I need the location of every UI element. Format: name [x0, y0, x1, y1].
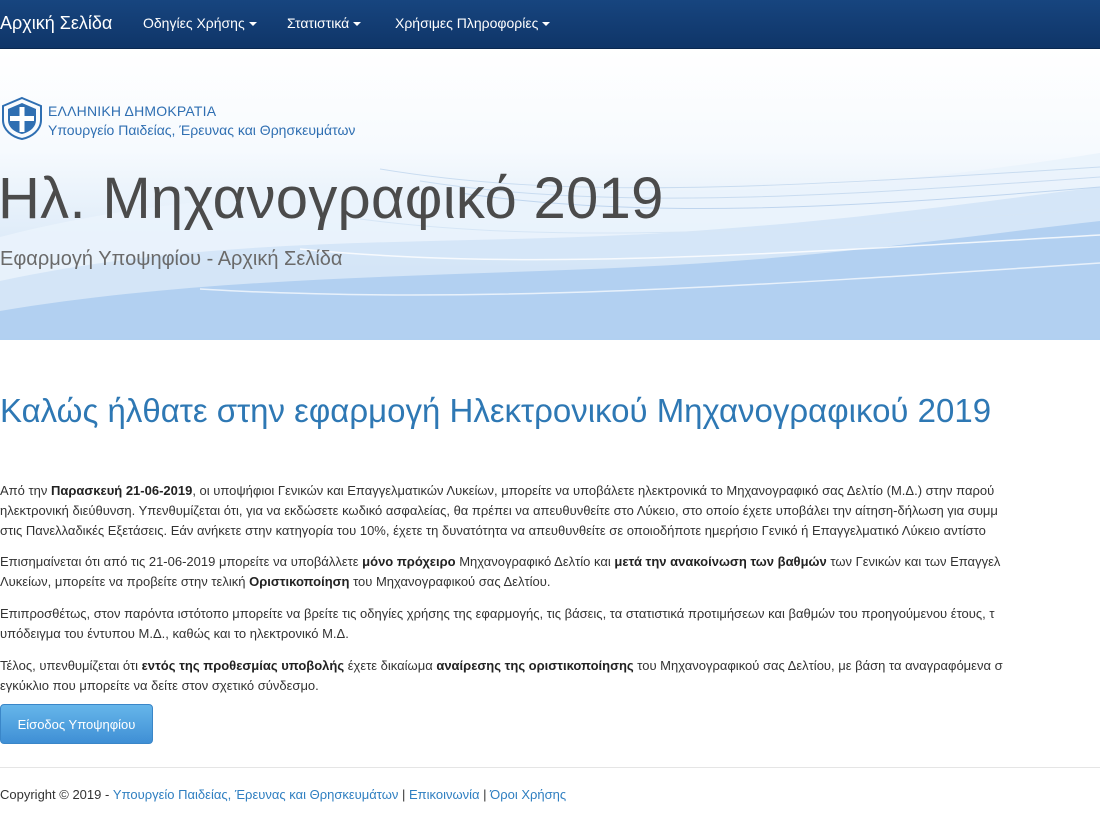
copyright-text: Copyright © 2019 -: [0, 787, 113, 802]
candidate-login-button[interactable]: Είσοδος Υποψηφίου: [0, 704, 153, 744]
text: έχετε δικαίωμα: [344, 658, 437, 673]
header-banner: ΕΛΛΗΝΙΚΗ ΔΗΜΟΚΡΑΤΙΑ Υπουργείο Παιδείας, …: [0, 49, 1100, 340]
app-title: Ηλ. Μηχανογραφικό 2019: [0, 166, 664, 231]
footer-separator: |: [479, 787, 491, 802]
caret-down-icon: [248, 22, 257, 27]
footer-ministry-link[interactable]: Υπουργείο Παιδείας, Έρευνας και Θρησκευμ…: [113, 787, 398, 802]
text: στις Πανελλαδικές Εξετάσεις. Εάν ανήκετε…: [0, 523, 986, 538]
text: του Μηχανογραφικού σας Δελτίου, με βάση …: [633, 658, 1003, 673]
footer-separator: |: [398, 787, 409, 802]
text: Επισημαίνεται ότι από τις 21-06-2019 μπο…: [0, 554, 363, 569]
bold-text: εντός της προθεσμίας υποβολής: [141, 658, 345, 673]
footer-divider: [0, 767, 1100, 768]
nav-item-label: Χρήσιμες Πληροφορίες: [395, 15, 539, 31]
nav-dropdown-statistics[interactable]: Στατιστικά: [287, 0, 362, 48]
text: Από την: [0, 483, 51, 498]
text: Μηχανογραφικό Δελτίο και: [455, 554, 615, 569]
bold-text: μετά την ανακοίνωση των βαθμών: [614, 554, 827, 569]
footer-terms-link[interactable]: Όροι Χρήσης: [490, 787, 566, 802]
text: του Μηχανογραφικού σας Δελτίου.: [349, 574, 551, 589]
footer: Copyright © 2019 - Υπουργείο Παιδείας, Έ…: [0, 787, 566, 802]
caret-down-icon: [353, 22, 362, 27]
nav-item-label: Οδηγίες Χρήσης: [143, 15, 245, 31]
nav-item-label: Στατιστικά: [287, 15, 350, 31]
welcome-heading: Καλώς ήλθατε στην εφαρμογή Ηλεκτρονικού …: [0, 392, 992, 429]
text: των Γενικών και των Επαγγελ: [826, 554, 1001, 569]
resources-paragraph: Επιπροσθέτως, στον παρόντα ιστότοπο μπορ…: [0, 604, 1100, 644]
text: Επιπροσθέτως, στον παρόντα ιστότοπο μπορ…: [0, 606, 995, 621]
nav-home-link[interactable]: Αρχική Σελίδα: [0, 0, 112, 48]
cancellation-paragraph: Τέλος, υπενθυμίζεται ότι εντός της προθε…: [0, 656, 1100, 696]
footer-contact-link[interactable]: Επικοινωνία: [409, 787, 480, 802]
draft-notice-paragraph: Επισημαίνεται ότι από τις 21-06-2019 μπο…: [0, 552, 1100, 592]
top-navbar: Αρχική Σελίδα Οδηγίες Χρήσης Στατιστικά …: [0, 0, 1100, 49]
greek-coat-of-arms-icon: [1, 96, 42, 140]
intro-paragraph: Από την Παρασκευή 21-06-2019, οι υποψήφι…: [0, 481, 1100, 541]
app-subtitle: Εφαρμογή Υποψηφίου - Αρχική Σελίδα: [0, 248, 343, 270]
caret-down-icon: [542, 22, 551, 27]
bold-text: αναίρεσης της οριστικοποίησης: [436, 658, 634, 673]
nav-dropdown-useful-info[interactable]: Χρήσιμες Πληροφορίες: [395, 0, 551, 48]
text: Τέλος, υπενθυμίζεται ότι: [0, 658, 142, 673]
text: Λυκείων, μπορείτε να προβείτε στην τελικ…: [0, 574, 250, 589]
text: υπόδειγμα του έντυπου Μ.Δ., καθώς και το…: [0, 626, 349, 641]
text: εγκύκλιο που μπορείτε να δείτε στον σχετ…: [0, 678, 319, 693]
text: , οι υποψήφιοι Γενικών και Επαγγελματικώ…: [192, 483, 995, 498]
republic-label: ΕΛΛΗΝΙΚΗ ΔΗΜΟΚΡΑΤΙΑ: [48, 103, 217, 119]
bold-text: μόνο πρόχειρο: [362, 554, 456, 569]
ministry-label: Υπουργείο Παιδείας, Έρευνας και Θρησκευμ…: [48, 122, 356, 138]
text: ηλεκτρονική διεύθυνση. Υπενθυμίζεται ότι…: [0, 503, 998, 518]
nav-dropdown-user-guide[interactable]: Οδηγίες Χρήσης: [143, 0, 257, 48]
bold-text: Οριστικοποίηση: [249, 574, 350, 589]
bold-date: Παρασκευή 21-06-2019: [50, 483, 193, 498]
